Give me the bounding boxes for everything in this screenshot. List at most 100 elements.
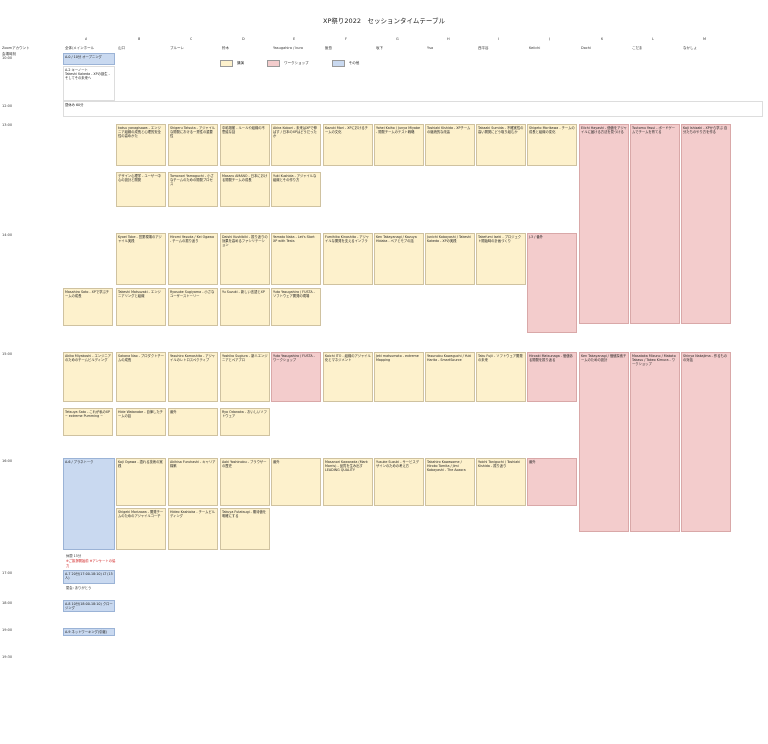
column-letter: K — [601, 37, 604, 41]
time-1300: 13:00 — [2, 123, 13, 127]
session-cell: Junichi Kobayashi / Takeshi Kakeda - XPの… — [425, 233, 475, 285]
session-text: Shigeru Tatsuta - アジャイルな開発における一貫性の重要性 — [170, 126, 216, 139]
keynote-block: A-2 キーノート Takeshi Kakeda - XPの誕生 - そしてその未… — [63, 66, 115, 101]
session-text: Yoshiko Sugiura - 新人エンジニアとペアプロ — [222, 354, 268, 363]
session-text: Koichi ITO - 組織のアジャイル化とマネジメント — [325, 354, 371, 363]
room-name: 坂下 — [376, 46, 383, 50]
session-cell: Tsutomu Yasui - ボードゲームでチームを育てる — [630, 124, 680, 324]
room-name: Yasugahira / kuro — [273, 46, 304, 50]
session-text: Yamato Naka - Let's Start XP with Tests — [273, 235, 315, 244]
session-text: Sakana Nao - プロダクトチームの成長 — [118, 354, 165, 363]
column-letter: H — [447, 37, 450, 41]
session-cell: Yuki Kushida - アジャイルな組織とその作り方 — [271, 172, 321, 207]
room-name: 飯島 — [325, 46, 332, 50]
room-name: 全体/メインホール — [65, 46, 95, 50]
session-text: Shigeto Morikawa - チームの成長と組織の変化 — [529, 126, 575, 135]
legend: 講演 ワークショップ その他 — [220, 60, 381, 68]
session-cell: Akira Kobori - 未来はXPで伸ばす / 日本のXPはどうだったか — [271, 124, 321, 166]
time-1600: 16:00 — [2, 459, 13, 463]
session-cell: Tomonori Yamaguchi - 小さなチームのための開発プロセス — [168, 172, 218, 207]
session-cell: Takefumi Iseki - プロジェクト開始時の計画づくり — [476, 233, 526, 285]
session-cell: Ken Takayanagi / Kazuya Hidaka - ペアとモブの話 — [374, 233, 424, 285]
session-text: Yuta Yasugahira / FUSTA - ワークショップ — [273, 354, 315, 363]
column-letter: C — [190, 37, 193, 41]
session-text: Kazuki Mori - XPにおけるチームの文化 — [325, 126, 368, 135]
session-text: Masanori Kawarada (Mark Morris) - 品質を生み出… — [325, 460, 368, 473]
session-cell: Kyoei Tobe - 営業現場のアジャイル実践 — [116, 233, 166, 285]
column-letter: J — [549, 37, 551, 41]
session-text: Tsutomu Yasui - ボードゲームでチームを育てる — [632, 126, 676, 135]
column-letter: E — [293, 37, 296, 41]
session-cell: katsu yanagisawa - エンジニア組織の成長と心理的安全性の高めか… — [116, 124, 166, 166]
session-text: デザイン心理学 - ユーザー中心の設計と開発 — [118, 174, 161, 183]
closing-block: A-8 10分(18:00-18:10) クロージング — [63, 600, 115, 612]
legend-swatch — [220, 60, 233, 67]
room-name: こだま — [632, 46, 643, 50]
session-text: Hideo Kashioka - チームビルディング — [170, 510, 215, 519]
opening-block: A-0 / 10分 オープニング — [63, 53, 115, 65]
time-1900: 19:00 — [2, 628, 13, 632]
session-text: Aoki Yoshinobu - ブラウザーの歴史 — [222, 460, 267, 469]
session-text: Toshiaki Kishida - XPチームの継続的な改善 — [427, 126, 471, 135]
room-name: なかしょ — [683, 46, 697, 50]
session-text: Ken Takayanagi / 価値探索チームのための設計 — [581, 354, 627, 363]
session-cell: 番外 — [271, 458, 321, 506]
column-letter: I — [498, 37, 500, 41]
session-cell: Yasunobu Kawaguchi / Yuki Harita - Smart… — [425, 352, 475, 402]
session-text: Koji Ogawa - 語れる技術の実践 — [118, 460, 163, 469]
legend-label: その他 — [348, 61, 360, 65]
session-text: Yuki Kushida - アジャイルな組織とその作り方 — [273, 174, 317, 183]
session-cell: Takuya Futatsugi - 期待値を明確にする — [220, 508, 270, 550]
session-text: Hiroaki Matsunaga - 価値ある開発を振り返る — [529, 354, 573, 363]
legend-swatch — [331, 60, 345, 67]
session-cell: Ken Takayanagi / 価値探索チームのための設計 — [579, 352, 629, 532]
session-text: Tetsuya Sato - これが私のXP ~ extreme Pumming… — [65, 410, 111, 419]
session-text: Takuya Futatsugi - 期待値を明確にする — [222, 510, 267, 519]
legend-item: 講演 — [220, 60, 244, 67]
session-text: Akihisa Furuhashi - キャリア構築 — [170, 460, 216, 469]
session-cell: Eiichi Hayashi - 価値をアジャイルに届ける方法を見つける — [579, 124, 629, 324]
column-letter: F — [345, 37, 348, 41]
session-text: Shinya Nakajima - 作るものの対話 — [683, 354, 728, 363]
session-cell: Yoshiko Sugiura - 新人エンジニアとペアプロ — [220, 352, 270, 402]
session-text: Junichi Kobayashi / Takeshi Kakeda - XPの… — [427, 235, 471, 244]
legend-item: ワークショップ — [267, 60, 309, 67]
session-cell: Ryo Odanaka - おいしいソフトウェア — [220, 408, 270, 436]
session-cell: Yusuke Suzuki - サービスデザインのための考え方 — [374, 458, 424, 506]
session-cell: Shinya Nakajima - 作るものの対話 — [681, 352, 731, 532]
session-text: Hide Watanabe - 自律したチームの話 — [118, 410, 163, 419]
time-1000: 10:00 — [2, 56, 13, 60]
session-cell: Yasuhiro Komoshita - アジャイルのレトロスペクティブ — [168, 352, 218, 402]
session-cell: Taku Fujii - ソフトウェア開発の未来 — [476, 352, 526, 402]
session-cell: Toshiaki Kishida - XPチームの継続的な改善 — [425, 124, 475, 166]
session-cell: Jeki matsumoto - extreme Mapping — [374, 352, 424, 402]
session-text: Takeshi Matsuzaki - エンジニアリングと組織 — [118, 290, 161, 299]
session-cell: Takaaki Sumida - 不確実性の高い開発にどう取り組むか — [476, 124, 526, 166]
session-text: Shigeki Morizawa - 開発チームのためのアジャイルコーチ — [118, 510, 164, 519]
session-cell: Masataka Mizuno / Makoto Takasu / Takeo … — [630, 352, 680, 532]
session-cell: J-3 / 番外 — [527, 233, 577, 333]
session-text: Masahiro Sato - XPで学ぶチームの成長 — [65, 290, 110, 299]
session-text: Eiichi Hayashi - 価値をアジャイルに届ける方法を見つける — [581, 126, 627, 135]
session-text: Yusuke Suzuki - サービスデザインのための考え方 — [376, 460, 419, 469]
session-text: Yuta Yasugahira / FUSTA - ソフトウェア開発の現場 — [273, 290, 315, 299]
session-text: Masataka Mizuno / Makoto Takasu / Takeo … — [632, 354, 676, 367]
room-label: Zoomアカウント — [2, 46, 30, 50]
time-1800: 18:00 — [2, 601, 13, 605]
session-cell: Yuta Yasugahira / FUSTA - ワークショップ — [271, 352, 321, 402]
session-cell: Akiko Miyakoshi - エンジニアのためのチームビルディング — [63, 352, 113, 402]
session-cell: Masaru AMANO - 日本における開発チームの成長 — [220, 172, 270, 207]
session-text: Akira Kobori - 未来はXPで伸ばす / 日本のXPはどうだったか — [273, 126, 317, 139]
session-cell: デザイン心理学 - ユーザー中心の設計と開発 — [116, 172, 166, 207]
session-cell: Koji Ishizaki - XPから学ぶ 自分たちのやり方を作る — [681, 124, 731, 324]
session-text: 番外 — [273, 460, 280, 464]
session-text: 番外 — [529, 460, 536, 464]
session-cell: 番外 — [168, 408, 218, 436]
session-cell: Ryosuke Sugiyama - 小さなユーザーストーリー — [168, 288, 218, 326]
session-text: Fumihiko Kinoshita - アジャイルな開発を支えるインフラ — [325, 235, 369, 244]
session-cell: Masahiro Sato - XPで学ぶチームの成長 — [63, 288, 113, 326]
session-text: 番外 — [170, 410, 177, 414]
time-1500: 15:00 — [2, 352, 13, 356]
plane-talk-block: A-6 / プラネトーク — [63, 458, 115, 550]
page-title: XP祭り2022 セッションタイムテーブル — [323, 17, 445, 25]
